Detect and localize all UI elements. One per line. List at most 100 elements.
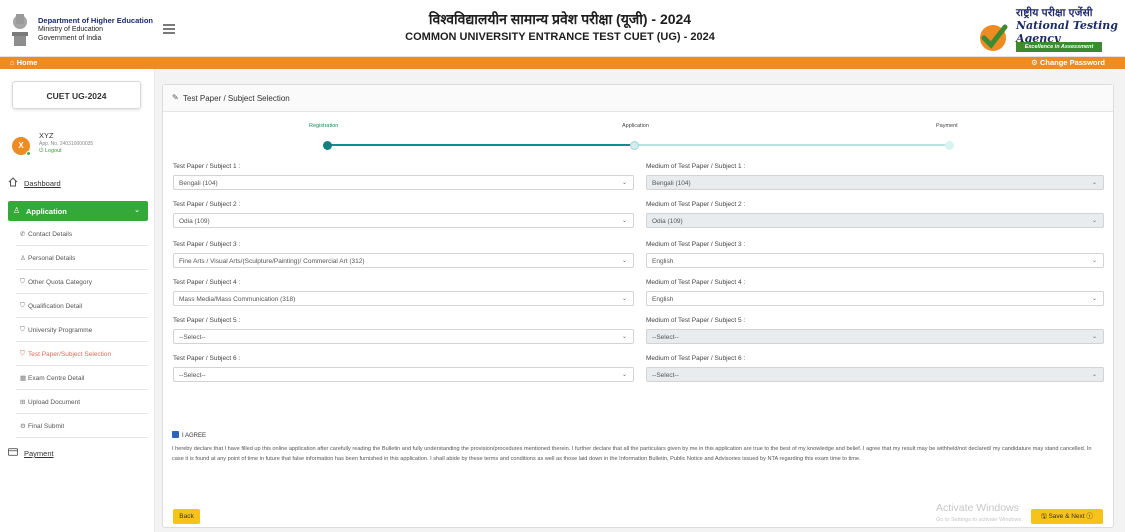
medium-5-value: --Select-- [652,333,679,341]
nta-name-hindi: राष्ट्रीय परीक्षा एजेंसी [1016,7,1093,19]
sidebar-item-other-quota-category[interactable]: ⛉ Other Quota Category [16,270,148,294]
save-next-button[interactable]: 🖫 Save & Next ⓘ [1031,509,1103,524]
subject-3-value: Fine Arts / Visual Arts/(Sculpture/Paint… [179,257,365,265]
subject-3-label: Test Paper / Subject 3 : [173,241,241,248]
step-payment-dot [945,140,954,150]
application-number: App. No. 240310000035 [39,141,94,147]
sidebar-item-personal-details[interactable]: ♙ Personal Details [16,246,148,270]
sidebar-item-test-paper-subject-selection[interactable]: ⛉ Test Paper/Subject Selection [16,342,148,366]
building-icon: ▦ [20,375,27,382]
home-link[interactable]: ⌂ Home [10,58,37,67]
chevron-down-icon: ⌄ [1091,296,1097,302]
phone-icon: ✆ [20,231,26,238]
top-nav-bar: ⌂ Home ⚙ Change Password [0,57,1125,69]
sidebar-item-label: Qualification Detail [28,303,83,310]
subject-1-select[interactable]: Bengali (104) ⌄ [173,175,634,190]
subject-3-select[interactable]: Fine Arts / Visual Arts/(Sculpture/Paint… [173,253,634,268]
medium-6-label: Medium of Test Paper / Subject 6 : [646,355,746,362]
chevron-down-icon: ⌄ [621,372,627,378]
chevron-down-icon: ⌄ [1091,334,1097,340]
sidebar-item-label: Dashboard [24,179,61,188]
medium-5-label: Medium of Test Paper / Subject 5 : [646,317,746,324]
subject-1-label: Test Paper / Subject 1 : [173,163,241,170]
medium-4-value: English [652,295,674,303]
medium-1-label: Medium of Test Paper / Subject 1 : [646,163,746,170]
sidebar-item-university-programme[interactable]: ⛉ University Programme [16,318,148,342]
subject-4-select[interactable]: Mass Media/Mass Communication (318) ⌄ [173,291,634,306]
chevron-down-icon: ⌄ [621,334,627,340]
chevron-down-icon: ⌄ [1091,218,1097,224]
upload-icon: ⊞ [20,399,26,406]
subject-6-select[interactable]: --Select-- ⌄ [173,367,634,382]
shield-icon: ⛉ [20,302,25,309]
medium-5-select: --Select-- ⌄ [646,329,1104,344]
ministry-text: Ministry of Education [38,26,103,33]
sidebar-item-exam-centre-detail[interactable]: ▦ Exam Centre Detail [16,366,148,390]
exam-name-box: CUET UG-2024 [12,81,141,109]
sidebar-item-label: Personal Details [28,255,76,262]
page-title: COMMON UNIVERSITY ENTRANCE TEST CUET (UG… [405,31,715,43]
subject-4-label: Test Paper / Subject 4 : [173,279,241,286]
subject-2-select[interactable]: Odia (109) ⌄ [173,213,634,228]
medium-3-select[interactable]: English ⌄ [646,253,1104,268]
sidebar-item-upload-document[interactable]: ⊞ Upload Document [16,390,148,414]
stepper-remaining-line [630,144,948,146]
sidebar-item-qualification-detail[interactable]: ⛉ Qualification Detail [16,294,148,318]
medium-2-value: Odia (109) [652,217,683,225]
change-password-link[interactable]: ⚙ Change Password [1031,58,1105,67]
medium-4-select[interactable]: English ⌄ [646,291,1104,306]
chevron-down-icon: ⌄ [621,296,627,302]
chevron-down-icon: ⌄ [621,180,627,186]
subject-5-select[interactable]: --Select-- ⌄ [173,329,634,344]
government-text: Government of India [38,35,102,42]
person-icon: ♙ [20,255,26,262]
header: Department of Higher Education Ministry … [0,0,1125,57]
department-text: Department of Higher Education Ministry … [38,16,154,42]
agree-label: I AGREE [182,433,207,439]
subject-5-label: Test Paper / Subject 5 : [173,317,241,324]
online-status-dot [26,151,31,156]
sidebar-item-label: Application [26,207,67,216]
subject-2-value: Odia (109) [179,217,210,225]
menu-toggle-icon[interactable] [163,24,175,34]
edit-icon: ✎ [172,93,179,102]
subject-2-label: Test Paper / Subject 2 : [173,201,241,208]
chevron-down-icon: ⌄ [1091,258,1097,264]
medium-3-label: Medium of Test Paper / Subject 3 : [646,241,746,248]
sidebar-item-final-submit[interactable]: ⚙ Final Submit [16,414,148,438]
chevron-down-icon: ⌄ [621,258,627,264]
stepper-progress-line [328,144,630,146]
chevron-down-icon: ⌄ [621,218,627,224]
user-profile: X XYZ App. No. 240310000035 ⏻ Logout [12,131,142,165]
subject-1-value: Bengali (104) [179,179,218,187]
step-registration-label: Registration [309,123,339,129]
shield-icon: ⛉ [20,350,25,357]
sidebar-item-label: Contact Details [28,231,73,238]
sidebar-item-label: Other Quota Category [28,279,92,286]
home-icon [8,177,18,187]
sidebar-item-contact-details[interactable]: ✆ Contact Details [16,222,148,246]
medium-2-label: Medium of Test Paper / Subject 2 : [646,201,746,208]
chevron-down-icon: ⌄ [134,207,140,214]
subject-4-value: Mass Media/Mass Communication (318) [179,295,296,303]
sidebar-item-payment[interactable]: Payment [8,446,148,464]
medium-6-select: --Select-- ⌄ [646,367,1104,382]
step-payment-label: Payment [936,123,958,129]
agree-checkbox-row[interactable]: I AGREE [172,431,206,439]
medium-2-select: Odia (109) ⌄ [646,213,1104,228]
medium-1-value: Bengali (104) [652,179,691,187]
sidebar-item-application[interactable]: ♙ Application ⌄ [8,201,148,221]
logout-link[interactable]: ⏻ Logout [39,148,62,155]
step-application-dot [630,140,639,150]
credit-card-icon [8,448,18,456]
step-application-label: Application [622,123,649,129]
user-name: XYZ [39,131,54,140]
checkbox-checked-icon[interactable] [172,431,179,438]
chevron-down-icon: ⌄ [1091,180,1097,186]
activate-windows-watermark: Activate Windows [936,502,1019,514]
medium-4-label: Medium of Test Paper / Subject 4 : [646,279,746,286]
sidebar-item-dashboard[interactable]: Dashboard [8,176,148,194]
sidebar-item-label: Exam Centre Detail [28,375,85,382]
sidebar-item-label: University Programme [28,327,93,334]
back-button[interactable]: Back [173,509,200,524]
